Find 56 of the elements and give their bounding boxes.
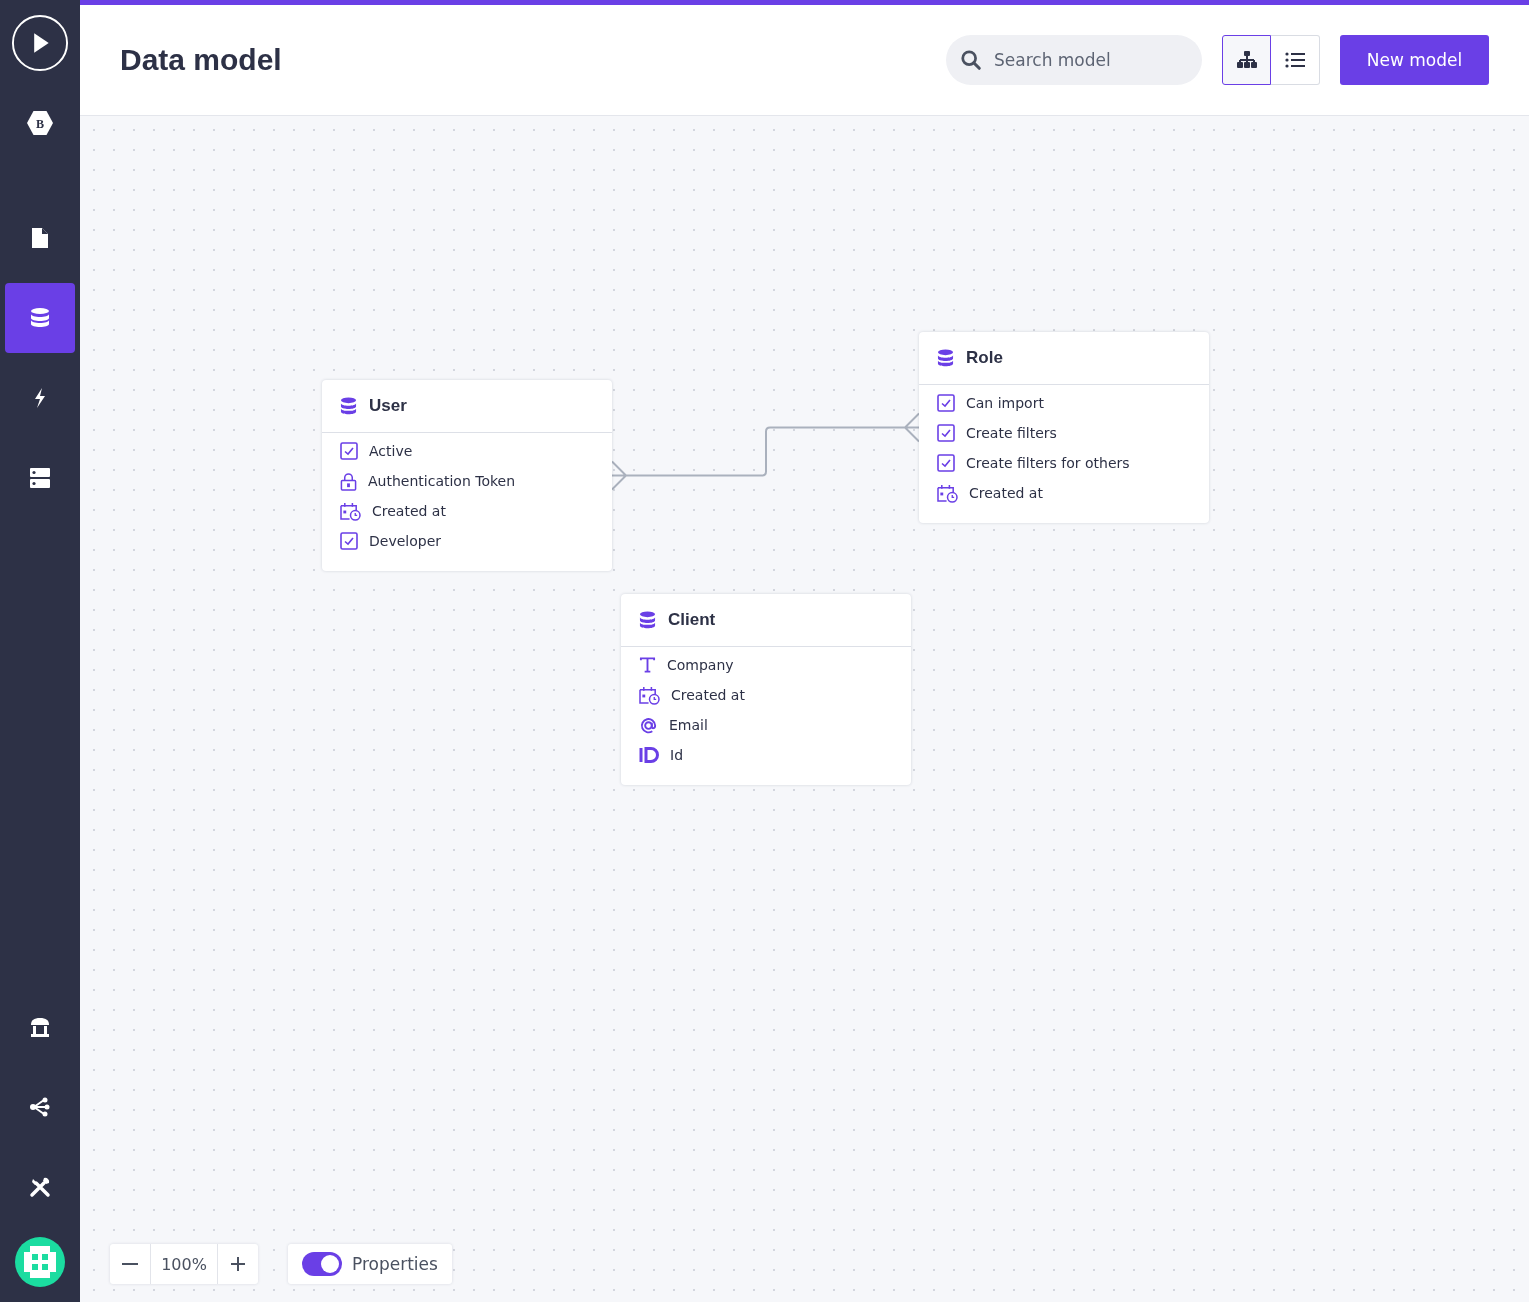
field-name: Developer [369, 533, 441, 549]
model-card[interactable]: Role Can import Create filters Create filters for others Created at [919, 332, 1209, 523]
diagram-icon [1236, 51, 1257, 69]
model-card[interactable]: Client Company Created at Email Id [621, 594, 911, 785]
share-icon [29, 1096, 51, 1118]
avatar-icon [15, 1237, 65, 1287]
calendar-clock-icon [340, 501, 361, 521]
hexagon-logo-icon: B [26, 110, 54, 136]
checkbox-icon [937, 424, 955, 442]
view-toggle-button[interactable] [1222, 35, 1271, 85]
plus-icon [230, 1256, 246, 1272]
lightning-icon [33, 387, 47, 409]
file-icon [31, 227, 49, 249]
calendar-clock-icon [937, 483, 958, 503]
model-card[interactable]: User Active Authentication Token Created at Developer [322, 380, 612, 571]
checkbox-icon [340, 442, 358, 460]
model-name: Client [668, 610, 716, 630]
field-name: Authentication Token [368, 473, 516, 489]
list-icon [1285, 52, 1305, 68]
checkbox-icon [340, 532, 358, 550]
database-icon [937, 348, 954, 368]
field-name: Created at [671, 687, 745, 703]
at-sign-icon [639, 715, 658, 735]
toggle-switch[interactable] [302, 1252, 342, 1276]
sidebar-item[interactable] [5, 283, 75, 353]
lock-icon [340, 471, 357, 491]
checkbox-icon [937, 454, 955, 472]
calendar-clock-icon [639, 685, 660, 705]
new-model-button[interactable]: New model [1340, 35, 1489, 85]
id-icon [639, 747, 659, 763]
field-name: Email [669, 717, 708, 733]
properties-label: Properties [352, 1254, 438, 1274]
server-icon [29, 467, 51, 489]
field-name: Active [369, 443, 413, 459]
database-icon [30, 307, 50, 329]
field-name: Can import [966, 395, 1044, 411]
page-title: Data model [120, 43, 282, 77]
zoom-level: 100% [150, 1244, 218, 1284]
storefront-icon [29, 1016, 51, 1038]
checkbox-icon [937, 394, 955, 412]
field-name: Create filters for others [966, 455, 1130, 471]
field-name: Company [667, 657, 734, 673]
field-name: Id [670, 747, 683, 763]
model-name: Role [966, 348, 1003, 368]
text-icon [639, 656, 656, 674]
play-icon [11, 14, 69, 72]
field-name: Created at [969, 485, 1043, 501]
database-icon [639, 610, 656, 630]
tools-icon [29, 1176, 51, 1198]
search-field[interactable]: Search model [946, 35, 1202, 85]
model-name: User [369, 396, 407, 416]
field-name: Created at [372, 503, 446, 519]
database-icon [340, 396, 357, 416]
sidebar-item[interactable]: B [5, 88, 75, 158]
field-name: Create filters [966, 425, 1057, 441]
minus-icon [122, 1263, 138, 1265]
